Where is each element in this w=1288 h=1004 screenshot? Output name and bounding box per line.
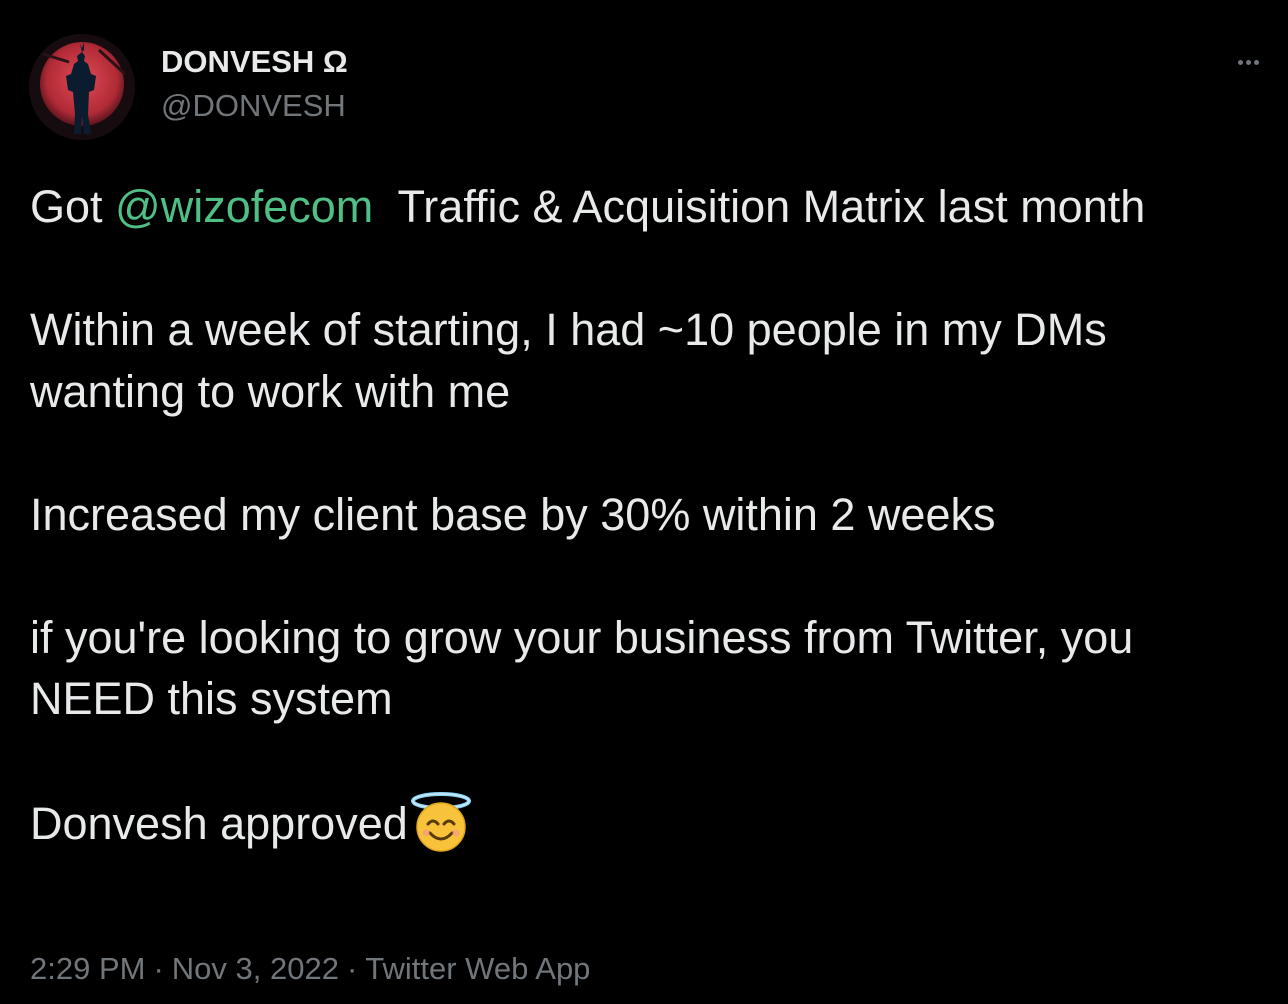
tweet-paragraph: Donvesh approved xyxy=(30,791,1270,869)
tweet-source[interactable]: Twitter Web App xyxy=(365,951,590,986)
more-icon xyxy=(1253,59,1259,65)
tweet-text-segment: Donvesh approved xyxy=(30,798,408,849)
separator: · xyxy=(346,951,358,986)
tweet-paragraph: Within a week of starting, I had ~10 peo… xyxy=(30,304,1107,417)
more-options-button[interactable] xyxy=(1230,50,1266,74)
tweet-metadata: 2:29 PM · Nov 3, 2022 · Twitter Web App xyxy=(30,948,590,990)
author-display-name[interactable]: DONVESH Ω xyxy=(161,42,348,82)
tweet-text-segment: Traffic & Acquisition Matrix last month xyxy=(373,181,1146,232)
more-icon xyxy=(1237,59,1243,65)
tweet-time[interactable]: 2:29 PM xyxy=(30,951,145,986)
separator: · xyxy=(153,951,164,986)
tweet-text: Got @wizofecom Traffic & Acquisition Mat… xyxy=(30,176,1270,869)
author-info: DONVESH Ω @DONVESH xyxy=(161,42,348,126)
avatar-image xyxy=(29,34,135,140)
smiling-face-with-halo-icon xyxy=(410,791,472,869)
tweet-date[interactable]: Nov 3, 2022 xyxy=(172,951,339,986)
author-handle[interactable]: @DONVESH xyxy=(161,86,348,126)
tweet: DONVESH Ω @DONVESH Got @wizofecom Traffi… xyxy=(0,0,1288,1004)
tweet-text-segment: Got xyxy=(30,181,116,232)
tweet-paragraph: Increased my client base by 30% within 2… xyxy=(30,488,996,540)
tweet-paragraph: if you're looking to grow your business … xyxy=(30,611,1134,725)
avatar[interactable] xyxy=(29,34,135,140)
tweet-paragraph: Got @wizofecom Traffic & Acquisition Mat… xyxy=(30,176,1270,238)
more-icon xyxy=(1245,59,1251,65)
mention-link[interactable]: @wizofecom xyxy=(115,181,373,232)
